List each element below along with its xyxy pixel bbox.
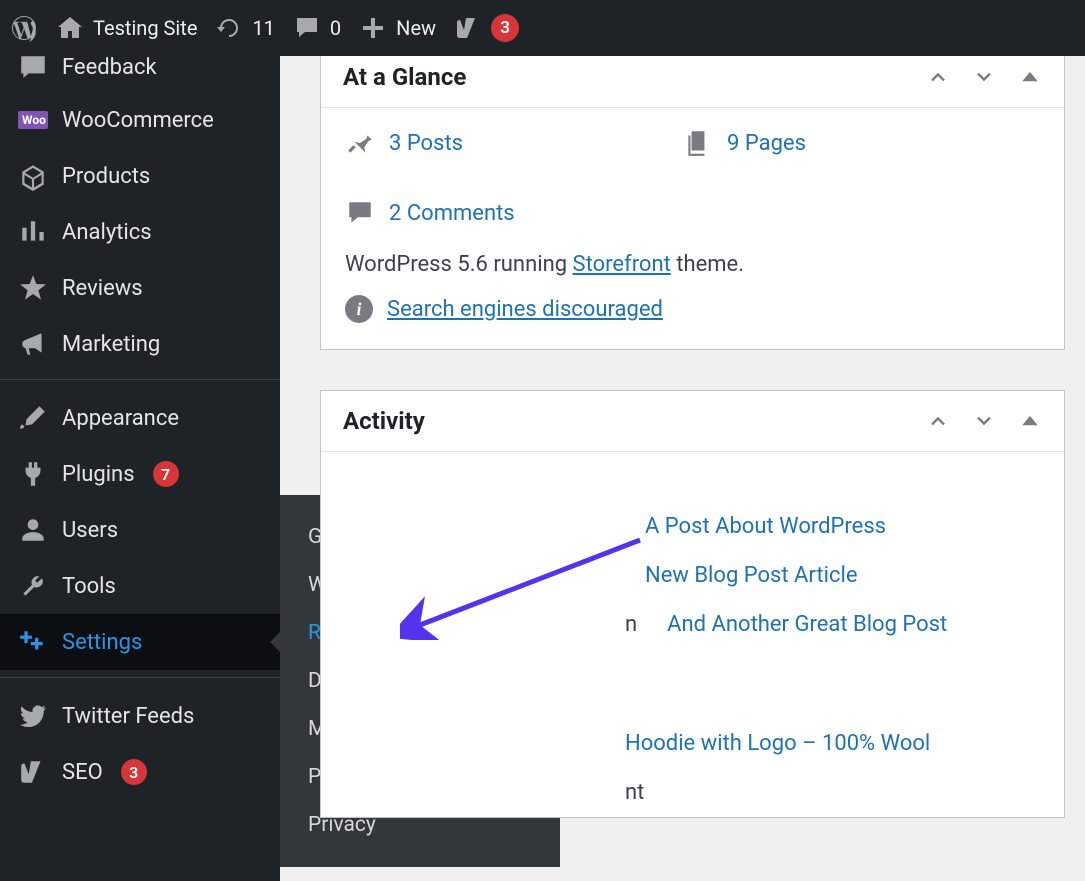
glance-comments[interactable]: 2 Comments bbox=[345, 198, 515, 228]
widget-handles bbox=[926, 409, 1042, 433]
widget-handles bbox=[926, 65, 1042, 89]
updates-link[interactable]: 11 bbox=[215, 14, 274, 42]
wrench-icon bbox=[18, 571, 48, 601]
pin-icon bbox=[345, 128, 375, 158]
site-title: Testing Site bbox=[93, 16, 197, 40]
activity-row: New Blog Post Article bbox=[345, 551, 1040, 600]
sidebar-item-label: Settings bbox=[62, 630, 142, 655]
move-up-icon[interactable] bbox=[926, 65, 950, 89]
activity-post-link[interactable]: New Blog Post Article bbox=[645, 563, 857, 588]
sidebar-item-label: Feedback bbox=[62, 56, 157, 80]
activity-post-link[interactable]: And Another Great Blog Post bbox=[667, 612, 947, 637]
twitter-icon bbox=[18, 701, 48, 731]
sidebar-item-reviews[interactable]: Reviews bbox=[0, 260, 280, 316]
activity-post-link[interactable]: A Post About WordPress bbox=[645, 514, 886, 539]
activity-row: Hoodie with Logo – 100% Wool bbox=[345, 719, 1040, 768]
activity-row: nAnd Another Great Blog Post bbox=[345, 600, 1040, 649]
sidebar-badge: 7 bbox=[153, 461, 179, 487]
comments-link[interactable]: 2 Comments bbox=[389, 201, 515, 226]
info-icon: i bbox=[345, 295, 373, 323]
sidebar-item-users[interactable]: Users bbox=[0, 502, 280, 558]
comments-link[interactable]: 0 bbox=[293, 14, 341, 42]
updates-count: 11 bbox=[252, 16, 274, 40]
wp-logo[interactable] bbox=[10, 14, 38, 42]
sidebar-item-label: Twitter Feeds bbox=[62, 704, 194, 729]
sidebar-item-feedback[interactable]: Feedback bbox=[0, 56, 280, 92]
site-link[interactable]: Testing Site bbox=[56, 14, 197, 42]
users-icon bbox=[18, 515, 48, 545]
toggle-icon[interactable] bbox=[1018, 409, 1042, 433]
activity-row: nt bbox=[345, 768, 1040, 817]
sidebar-item-label: Reviews bbox=[62, 276, 143, 301]
toggle-icon[interactable] bbox=[1018, 65, 1042, 89]
sliders-icon bbox=[18, 627, 48, 657]
move-up-icon[interactable] bbox=[926, 409, 950, 433]
sidebar-item-products[interactable]: Products bbox=[0, 148, 280, 204]
brush-icon bbox=[18, 403, 48, 433]
products-icon bbox=[18, 161, 48, 191]
new-label: New bbox=[396, 16, 436, 40]
megaphone-icon bbox=[18, 329, 48, 359]
yoast-icon bbox=[18, 757, 48, 787]
search-engines-row: i Search engines discouraged bbox=[345, 295, 1040, 323]
posts-link[interactable]: 3 Posts bbox=[389, 131, 463, 156]
sidebar-item-label: WooCommerce bbox=[62, 108, 214, 133]
sidebar-item-tools[interactable]: Tools bbox=[0, 558, 280, 614]
sidebar-item-label: SEO bbox=[62, 760, 103, 785]
theme-link[interactable]: Storefront bbox=[573, 252, 671, 277]
woo-icon: Woo bbox=[18, 105, 48, 135]
sidebar-item-label: Analytics bbox=[62, 220, 152, 245]
at-a-glance-widget: At a Glance 3 Posts 9 Pages 2 Comm bbox=[320, 56, 1065, 350]
sidebar-item-label: Users bbox=[62, 518, 118, 543]
activity-post-link[interactable]: Hoodie with Logo – 100% Wool bbox=[625, 731, 930, 756]
comment-icon bbox=[293, 14, 321, 42]
home-icon bbox=[56, 14, 84, 42]
pages-icon bbox=[683, 128, 713, 158]
sidebar-item-label: Appearance bbox=[62, 406, 179, 431]
move-down-icon[interactable] bbox=[972, 409, 996, 433]
sidebar-item-label: Tools bbox=[62, 574, 116, 599]
admin-sidebar: Feedback Woo WooCommerce Products Analytics R… bbox=[0, 56, 280, 881]
sidebar-item-label: Products bbox=[62, 164, 150, 189]
activity-widget: Activity A Post About WordPress New Blog … bbox=[320, 390, 1065, 818]
wp-version-line: WordPress 5.6 running Storefront theme. bbox=[345, 252, 1040, 277]
sidebar-item-settings[interactable]: Settings bbox=[0, 614, 280, 670]
analytics-icon bbox=[18, 217, 48, 247]
yoast-badge: 3 bbox=[491, 14, 519, 42]
sidebar-item-label: Plugins bbox=[62, 462, 135, 487]
glance-posts[interactable]: 3 Posts bbox=[345, 128, 463, 158]
plug-icon bbox=[18, 459, 48, 489]
sidebar-item-twitter-feeds[interactable]: Twitter Feeds bbox=[0, 688, 280, 744]
new-content-link[interactable]: New bbox=[359, 14, 436, 42]
sidebar-item-plugins[interactable]: Plugins 7 bbox=[0, 446, 280, 502]
sidebar-badge: 3 bbox=[121, 759, 147, 785]
activity-row: A Post About WordPress bbox=[345, 502, 1040, 551]
refresh-icon bbox=[215, 14, 243, 42]
sidebar-item-analytics[interactable]: Analytics bbox=[0, 204, 280, 260]
feedback-icon bbox=[18, 56, 48, 82]
sidebar-item-woocommerce[interactable]: Woo WooCommerce bbox=[0, 92, 280, 148]
yoast-icon bbox=[454, 14, 482, 42]
search-engines-link[interactable]: Search engines discouraged bbox=[387, 297, 663, 322]
move-down-icon[interactable] bbox=[972, 65, 996, 89]
sidebar-item-marketing[interactable]: Marketing bbox=[0, 316, 280, 372]
activity-title: Activity bbox=[343, 407, 425, 435]
dashboard-content: At a Glance 3 Posts 9 Pages 2 Comm bbox=[280, 56, 1085, 881]
yoast-link[interactable]: 3 bbox=[454, 14, 519, 42]
sidebar-item-appearance[interactable]: Appearance bbox=[0, 390, 280, 446]
admin-toolbar: Testing Site 11 0 New 3 bbox=[0, 0, 1085, 56]
sidebar-item-seo[interactable]: SEO 3 bbox=[0, 744, 280, 800]
sidebar-item-label: Marketing bbox=[62, 332, 160, 357]
comments-count: 0 bbox=[330, 16, 341, 40]
pages-link[interactable]: 9 Pages bbox=[727, 131, 806, 156]
star-icon bbox=[18, 273, 48, 303]
comment-icon bbox=[345, 198, 375, 228]
plus-icon bbox=[359, 14, 387, 42]
at-a-glance-title: At a Glance bbox=[343, 63, 466, 91]
glance-pages[interactable]: 9 Pages bbox=[683, 128, 806, 158]
